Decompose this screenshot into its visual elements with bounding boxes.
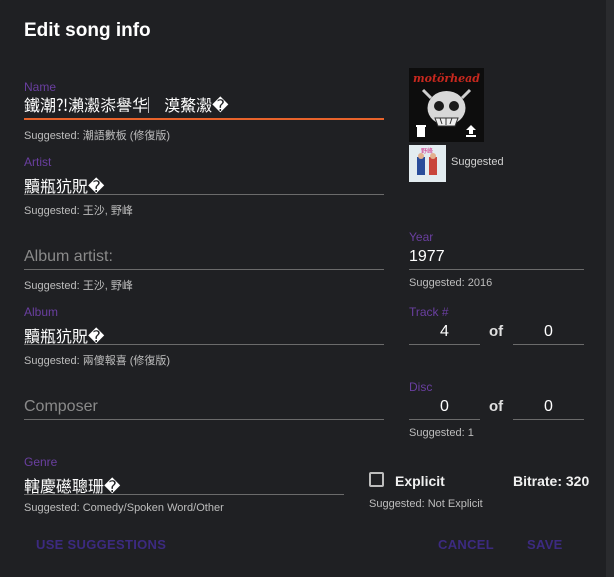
artist-label: Artist — [24, 155, 52, 169]
disc-number-input[interactable]: 0 — [409, 398, 480, 416]
composer-underline — [24, 419, 384, 420]
suggested-art-thumbnail[interactable]: 野峰 — [409, 145, 446, 182]
album-art-image[interactable]: motörhead — [409, 68, 484, 142]
artist-underline — [24, 194, 384, 195]
disc-underline — [409, 419, 480, 420]
album-artist-input[interactable]: Album artist: — [24, 248, 113, 266]
dialog-title: Edit song info — [24, 20, 151, 41]
year-suggestion: Suggested: 2016 — [409, 277, 493, 289]
track-total-underline — [513, 344, 584, 345]
disc-suggestion: Suggested: 1 — [409, 427, 474, 439]
composer-field[interactable]: Composer — [24, 380, 384, 420]
disc-total-field[interactable]: 0 — [513, 380, 584, 420]
album-suggestion: Suggested: 兩傻報喜 (修復版) — [24, 355, 171, 367]
album-label: Album — [24, 305, 59, 319]
use-suggestions-button[interactable]: USE SUGGESTIONS — [36, 537, 166, 552]
album-artist-underline — [24, 269, 384, 270]
artwork-logo-text: motörhead — [413, 72, 480, 85]
track-total-field[interactable]: 0 — [513, 305, 584, 345]
explicit-suggestion: Suggested: Not Explicit — [369, 498, 483, 510]
album-underline — [24, 344, 384, 345]
bitrate-text: Bitrate: 320 — [513, 473, 590, 489]
name-underline — [24, 118, 384, 120]
scrollbar[interactable] — [606, 0, 614, 577]
genre-field[interactable]: Genre 轄慶礠聰珊� — [24, 455, 344, 496]
edit-song-dialog: Edit song info Name 鐵潮⁈瀨瀫㓒譽华︳漠鰲瀫� Sugges… — [0, 0, 614, 577]
album-field[interactable]: Album 黷瓶犺貺� — [24, 305, 384, 346]
explicit-label: Explicit — [395, 473, 445, 489]
artist-field[interactable]: Artist 黷瓶犺貺� — [24, 155, 384, 196]
track-number-input[interactable]: 4 — [409, 323, 480, 341]
disc-total-underline — [513, 419, 584, 420]
artist-suggestion: Suggested: 王沙, 野峰 — [24, 205, 133, 217]
save-button[interactable]: SAVE — [527, 537, 563, 552]
year-input[interactable]: 1977 — [409, 248, 445, 266]
year-underline — [409, 269, 584, 270]
genre-suggestion: Suggested: Comedy/Spoken Word/Other — [24, 502, 224, 514]
name-field[interactable]: Name 鐵潮⁈瀨瀫㓒譽华︳漠鰲瀫� — [24, 80, 384, 120]
year-field[interactable]: Year 1977 — [409, 230, 584, 270]
year-label: Year — [409, 230, 434, 244]
name-suggestion: Suggested: 潮語數板 (修復版) — [24, 130, 171, 142]
album-artist-suggestion: Suggested: 王沙, 野峰 — [24, 280, 133, 292]
disc-field[interactable]: Disc 0 — [409, 380, 480, 420]
album-artist-field[interactable]: Album artist: — [24, 230, 384, 270]
disc-label: Disc — [409, 380, 433, 394]
suggested-artwork-image: 野峰 — [409, 145, 446, 182]
track-of-label: of — [489, 323, 504, 340]
explicit-checkbox[interactable] — [369, 472, 384, 487]
disc-of-label: of — [489, 398, 504, 415]
delete-art-icon[interactable] — [415, 124, 427, 138]
name-input[interactable]: 鐵潮⁈瀨瀫㓒譽华︳漠鰲瀫� — [24, 92, 229, 116]
track-field[interactable]: Track # 4 — [409, 305, 480, 345]
cancel-button[interactable]: CANCEL — [438, 537, 494, 552]
suggested-art-label: Suggested — [451, 156, 504, 168]
disc-total-input[interactable]: 0 — [513, 398, 584, 416]
genre-underline — [24, 494, 344, 495]
track-label: Track # — [409, 305, 449, 319]
track-total-input[interactable]: 0 — [513, 323, 584, 341]
composer-input[interactable]: Composer — [24, 398, 98, 416]
track-underline — [409, 344, 480, 345]
genre-label: Genre — [24, 455, 58, 469]
upload-art-icon[interactable] — [465, 124, 477, 138]
